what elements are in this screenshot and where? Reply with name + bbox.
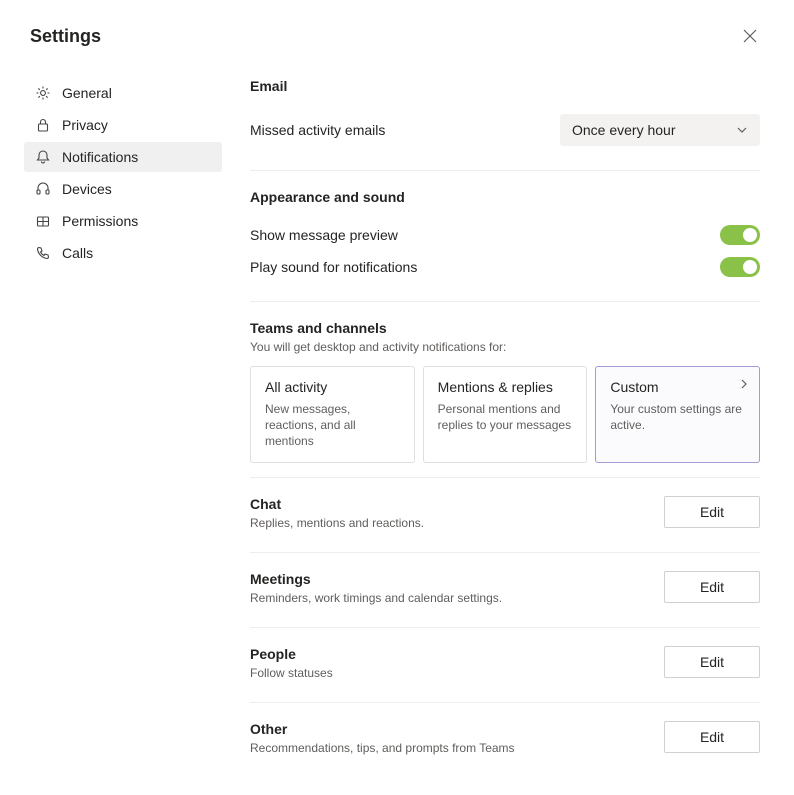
divider xyxy=(250,301,760,302)
editrow-other: Other Recommendations, tips, and prompts… xyxy=(250,717,760,763)
divider xyxy=(250,627,760,628)
sidebar-item-calls[interactable]: Calls xyxy=(24,238,222,268)
card-title: Custom xyxy=(610,379,745,395)
lock-icon xyxy=(34,116,52,134)
editrow-meetings: Meetings Reminders, work timings and cal… xyxy=(250,567,760,613)
editrow-desc: Replies, mentions and reactions. xyxy=(250,516,424,530)
editrow-chat: Chat Replies, mentions and reactions. Ed… xyxy=(250,492,760,538)
sidebar-item-label: Permissions xyxy=(62,213,138,229)
chevron-right-icon xyxy=(739,379,749,389)
divider xyxy=(250,552,760,553)
edit-button-other[interactable]: Edit xyxy=(664,721,760,753)
sidebar-item-label: Calls xyxy=(62,245,93,261)
missed-activity-select[interactable]: Once every hour xyxy=(560,114,760,146)
card-desc: Personal mentions and replies to your me… xyxy=(438,401,573,433)
editrow-title: Chat xyxy=(250,496,424,512)
card-desc: New messages, reactions, and all mention… xyxy=(265,401,400,450)
edit-button-chat[interactable]: Edit xyxy=(664,496,760,528)
missed-activity-label: Missed activity emails xyxy=(250,122,385,138)
row-missed-activity: Missed activity emails Once every hour xyxy=(250,108,760,152)
card-title: All activity xyxy=(265,379,400,395)
play-sound-toggle[interactable] xyxy=(720,257,760,277)
close-icon xyxy=(743,29,757,43)
sidebar-item-devices[interactable]: Devices xyxy=(24,174,222,204)
package-icon xyxy=(34,212,52,230)
editrow-title: Meetings xyxy=(250,571,502,587)
play-sound-label: Play sound for notifications xyxy=(250,259,417,275)
divider xyxy=(250,170,760,171)
bell-icon xyxy=(34,148,52,166)
editrow-people: People Follow statuses Edit xyxy=(250,642,760,688)
page-title: Settings xyxy=(30,26,101,47)
section-title-appearance: Appearance and sound xyxy=(250,189,760,205)
section-title-teams: Teams and channels xyxy=(250,320,760,336)
edit-button-people[interactable]: Edit xyxy=(664,646,760,678)
sidebar-item-label: Privacy xyxy=(62,117,108,133)
show-preview-toggle[interactable] xyxy=(720,225,760,245)
card-desc: Your custom settings are active. xyxy=(610,401,745,433)
teams-card-row: All activity New messages, reactions, an… xyxy=(250,366,760,463)
card-mentions-replies[interactable]: Mentions & replies Personal mentions and… xyxy=(423,366,588,463)
sidebar-item-label: General xyxy=(62,85,112,101)
sidebar-item-label: Notifications xyxy=(62,149,138,165)
header: Settings xyxy=(0,0,794,60)
sidebar-item-general[interactable]: General xyxy=(24,78,222,108)
section-title-email: Email xyxy=(250,78,760,94)
sidebar-item-privacy[interactable]: Privacy xyxy=(24,110,222,140)
card-title: Mentions & replies xyxy=(438,379,573,395)
sidebar-item-permissions[interactable]: Permissions xyxy=(24,206,222,236)
divider xyxy=(250,477,760,478)
content: Email Missed activity emails Once every … xyxy=(222,78,764,763)
gear-icon xyxy=(34,84,52,102)
teams-subtitle: You will get desktop and activity notifi… xyxy=(250,340,760,354)
chevron-down-icon xyxy=(736,124,748,136)
show-preview-label: Show message preview xyxy=(250,227,398,243)
sidebar-item-notifications[interactable]: Notifications xyxy=(24,142,222,172)
divider xyxy=(250,702,760,703)
editrow-desc: Reminders, work timings and calendar set… xyxy=(250,591,502,605)
row-play-sound: Play sound for notifications xyxy=(250,251,760,283)
close-button[interactable] xyxy=(736,22,764,50)
row-show-preview: Show message preview xyxy=(250,219,760,251)
card-all-activity[interactable]: All activity New messages, reactions, an… xyxy=(250,366,415,463)
sidebar-item-label: Devices xyxy=(62,181,112,197)
headset-icon xyxy=(34,180,52,198)
edit-button-meetings[interactable]: Edit xyxy=(664,571,760,603)
editrow-title: Other xyxy=(250,721,515,737)
editrow-title: People xyxy=(250,646,333,662)
card-custom[interactable]: Custom Your custom settings are active. xyxy=(595,366,760,463)
editrow-desc: Recommendations, tips, and prompts from … xyxy=(250,741,515,755)
sidebar: General Privacy Notifications Devices Pe… xyxy=(24,78,222,763)
editrow-desc: Follow statuses xyxy=(250,666,333,680)
phone-icon xyxy=(34,244,52,262)
select-value: Once every hour xyxy=(572,122,676,138)
